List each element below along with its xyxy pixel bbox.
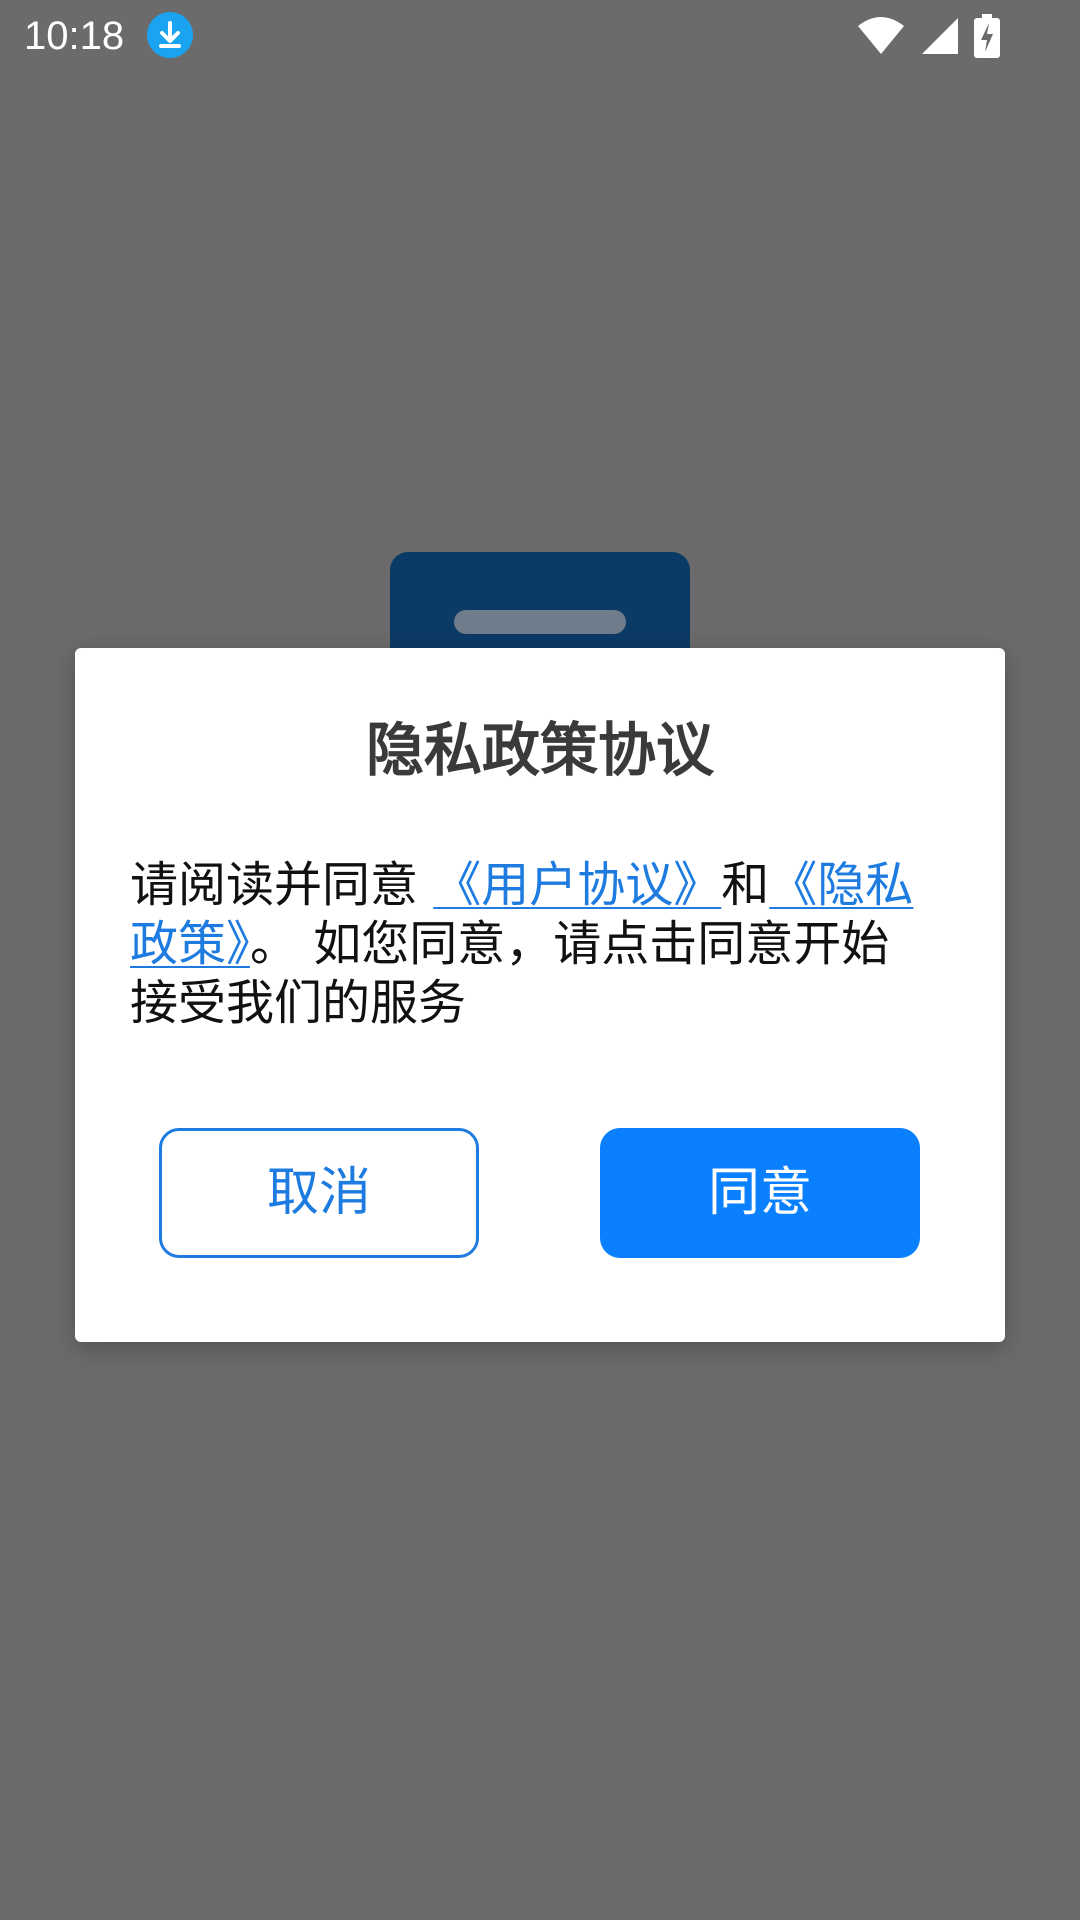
cancel-button[interactable]: 取消 [159, 1128, 479, 1258]
agree-button[interactable]: 同意 [600, 1128, 920, 1258]
status-icons [856, 12, 1000, 60]
dialog-title: 隐私政策协议 [365, 716, 714, 784]
wifi-icon [856, 16, 906, 56]
app-logo [390, 552, 690, 662]
message-conjunction: 和 [721, 857, 770, 913]
app-logo-mark [454, 610, 626, 634]
dialog-message: 请阅读并同意 《用户协议》和《隐私政策》。 如您同意，请点击同意开始接受我们的服… [130, 856, 930, 1033]
download-icon [147, 12, 193, 58]
user-agreement-link[interactable]: 《用户协议》 [433, 857, 721, 913]
signal-icon [920, 16, 960, 56]
message-prefix: 请阅读并同意 [130, 857, 434, 913]
privacy-dialog: 隐私政策协议 请阅读并同意 《用户协议》和《隐私政策》。 如您同意，请点击同意开… [75, 648, 1005, 1342]
status-time: 10:18 [24, 14, 125, 58]
status-bar: 10:18 [0, 0, 1080, 72]
battery-charging-icon [974, 14, 1000, 58]
